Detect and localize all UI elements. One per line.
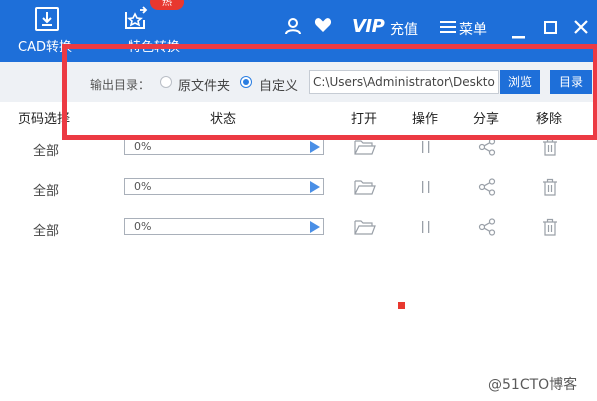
nav-cad-convert[interactable]: CAD转换 <box>14 0 84 62</box>
page-select-cell[interactable]: 全部 <box>33 140 59 159</box>
close-icon[interactable] <box>574 20 588 38</box>
pause-icon[interactable] <box>420 140 432 158</box>
folder-icon[interactable] <box>354 179 376 199</box>
page-select-cell[interactable]: 全部 <box>33 180 59 199</box>
output-path-input[interactable] <box>309 70 499 94</box>
play-icon[interactable] <box>310 181 320 193</box>
cad-icon <box>34 6 60 36</box>
table-row: 全部 0% <box>0 168 597 208</box>
menu-icon[interactable] <box>440 20 456 38</box>
vip-logo[interactable]: VIP <box>352 16 385 37</box>
table-row: 全部 0% <box>0 208 597 248</box>
column-operate: 操作 <box>412 112 439 127</box>
column-remove: 移除 <box>536 112 563 127</box>
share-icon[interactable] <box>478 138 496 160</box>
radio-custom-folder[interactable] <box>240 76 252 88</box>
pause-icon[interactable] <box>420 180 432 198</box>
browse-button[interactable]: 浏览 <box>500 70 540 94</box>
nav-special-label: 特色转换 <box>128 40 181 55</box>
column-page-select: 页码选择 <box>18 112 71 127</box>
nav-cad-label: CAD转换 <box>18 40 72 55</box>
progress-bar: 0% <box>124 218 324 235</box>
progress-bar: 0% <box>124 178 324 195</box>
progress-percent: 0% <box>134 180 152 193</box>
watermark: @51CTO博客 <box>488 377 578 393</box>
output-dir-label: 输出目录： <box>90 78 151 92</box>
table-row: 全部 0% <box>0 128 597 168</box>
minimize-icon[interactable] <box>512 28 525 43</box>
share-icon[interactable] <box>478 178 496 200</box>
trash-icon[interactable] <box>542 218 558 240</box>
column-open: 打开 <box>351 112 378 127</box>
play-icon[interactable] <box>310 141 320 153</box>
share-icon[interactable] <box>478 218 496 240</box>
file-table-header: 页码选择 状态 打开 操作 分享 移除 <box>0 104 597 130</box>
hot-badge: 热 <box>150 0 184 10</box>
top-bar: CAD转换 特色转换 热 VIP 充值 菜单 <box>0 0 597 62</box>
user-icon[interactable] <box>284 17 302 39</box>
heart-icon[interactable] <box>314 17 332 37</box>
folder-icon[interactable] <box>354 139 376 159</box>
open-directory-button[interactable]: 目录 <box>550 70 592 94</box>
progress-percent: 0% <box>134 220 152 233</box>
radio-original-folder[interactable] <box>160 76 172 88</box>
radio-custom-folder-label[interactable]: 自定义 <box>259 75 298 94</box>
page-select-cell[interactable]: 全部 <box>33 220 59 239</box>
special-convert-icon <box>122 6 150 36</box>
play-icon[interactable] <box>310 221 320 233</box>
trash-icon[interactable] <box>542 178 558 200</box>
trash-icon[interactable] <box>542 138 558 160</box>
output-directory-bar: 输出目录： 原文件夹 自定义 浏览 目录 <box>0 62 597 102</box>
pause-icon[interactable] <box>420 220 432 238</box>
recharge-link[interactable]: 充值 <box>390 19 418 39</box>
column-share: 分享 <box>473 112 500 127</box>
progress-percent: 0% <box>134 140 152 153</box>
red-marker <box>398 302 405 309</box>
folder-icon[interactable] <box>354 219 376 239</box>
menu-label[interactable]: 菜单 <box>459 19 487 39</box>
progress-bar: 0% <box>124 138 324 155</box>
maximize-icon[interactable] <box>544 21 557 38</box>
radio-original-folder-label[interactable]: 原文件夹 <box>178 75 230 94</box>
column-status: 状态 <box>210 112 237 127</box>
